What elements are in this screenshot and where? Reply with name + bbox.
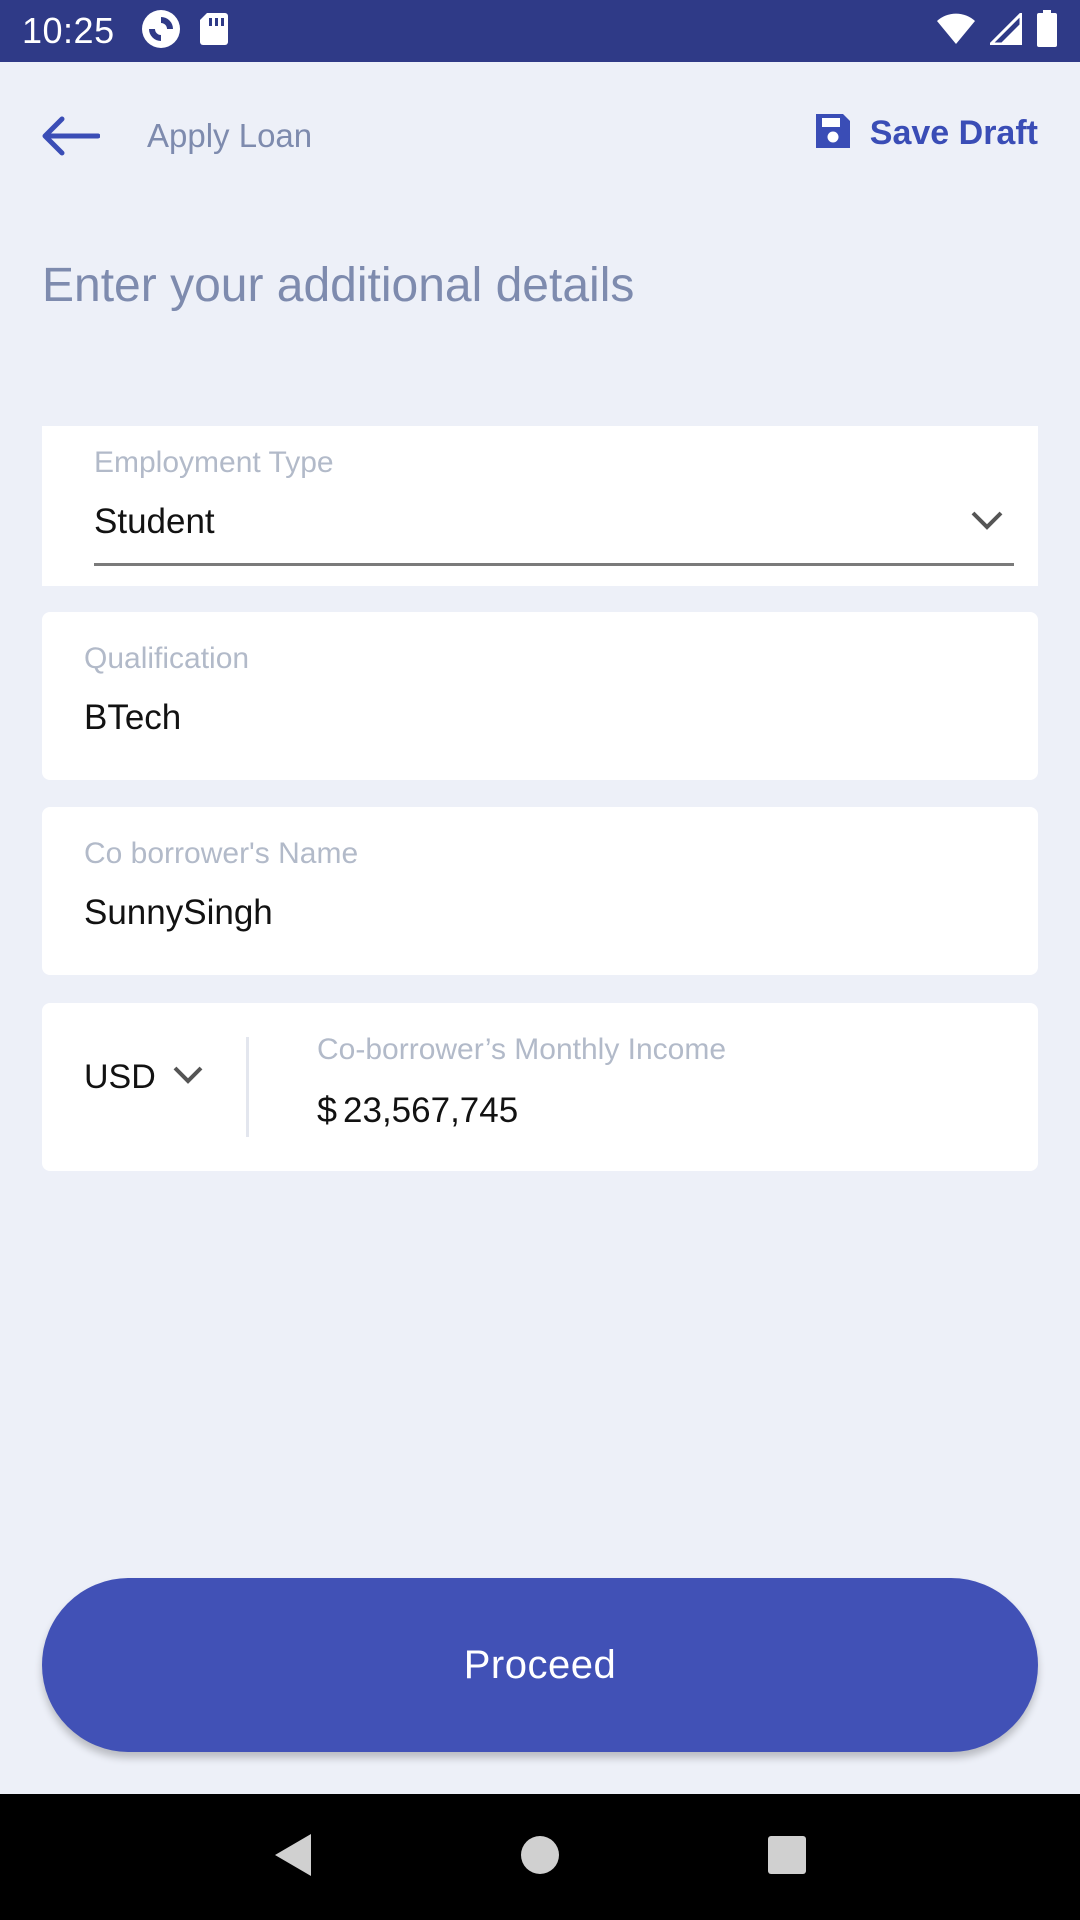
back-triangle-icon xyxy=(273,1832,313,1883)
save-icon xyxy=(814,112,852,155)
currency-select[interactable]: USD xyxy=(84,1058,204,1097)
currency-symbol: $ xyxy=(317,1089,338,1130)
co-borrower-income-value[interactable]: 23,567,745 xyxy=(343,1091,518,1131)
save-draft-label: Save Draft xyxy=(869,114,1038,152)
save-draft-button[interactable]: Save Draft xyxy=(814,112,1038,155)
dropdown-underline xyxy=(94,563,1014,566)
co-borrower-income-field: USD Co-borrower’s Monthly Income $ 23,56… xyxy=(42,1003,1038,1171)
nav-home-button[interactable] xyxy=(510,1827,570,1887)
status-notification-icons xyxy=(141,9,229,54)
proceed-button[interactable]: Proceed xyxy=(42,1578,1038,1752)
status-system-icons xyxy=(936,9,1058,53)
divider xyxy=(246,1037,249,1137)
chevron-down-icon xyxy=(172,1065,204,1090)
employment-type-value: Student xyxy=(94,502,215,541)
nav-recents-button[interactable] xyxy=(757,1827,817,1887)
app-bar: Apply Loan Save Draft xyxy=(0,62,1080,212)
co-borrower-income-input[interactable]: $ 23,567,745 xyxy=(317,1089,518,1131)
qualification-field[interactable]: Qualification BTech xyxy=(42,612,1038,780)
recents-square-icon xyxy=(767,1835,807,1880)
co-borrower-income-label: Co-borrower’s Monthly Income xyxy=(317,1033,727,1066)
employment-type-dropdown[interactable]: Employment Type Student xyxy=(42,426,1038,586)
co-borrower-name-field[interactable]: Co borrower's Name SunnySingh xyxy=(42,807,1038,975)
sd-card-icon xyxy=(199,11,229,52)
wifi-icon xyxy=(936,13,976,50)
proceed-label: Proceed xyxy=(463,1642,617,1687)
signal-icon xyxy=(987,9,1023,50)
sync-app-icon xyxy=(141,9,181,54)
home-circle-icon xyxy=(519,1834,561,1881)
status-time: 10:25 xyxy=(22,10,115,51)
page-title: Apply Loan xyxy=(147,117,313,154)
form-heading: Enter your additional details xyxy=(42,259,635,312)
chevron-down-icon[interactable] xyxy=(970,510,1004,537)
currency-code: USD xyxy=(84,1058,156,1096)
back-button[interactable] xyxy=(40,114,106,164)
nav-back-button[interactable] xyxy=(263,1827,323,1887)
employment-type-label: Employment Type xyxy=(94,446,334,479)
system-nav-bar xyxy=(0,1794,1080,1920)
qualification-label: Qualification xyxy=(84,642,250,675)
co-borrower-name-label: Co borrower's Name xyxy=(84,837,359,870)
co-borrower-name-value[interactable]: SunnySingh xyxy=(84,893,273,933)
qualification-value[interactable]: BTech xyxy=(84,698,181,738)
battery-icon xyxy=(1036,9,1058,53)
back-arrow-icon xyxy=(40,116,101,162)
status-bar: 10:25 xyxy=(0,0,1080,62)
